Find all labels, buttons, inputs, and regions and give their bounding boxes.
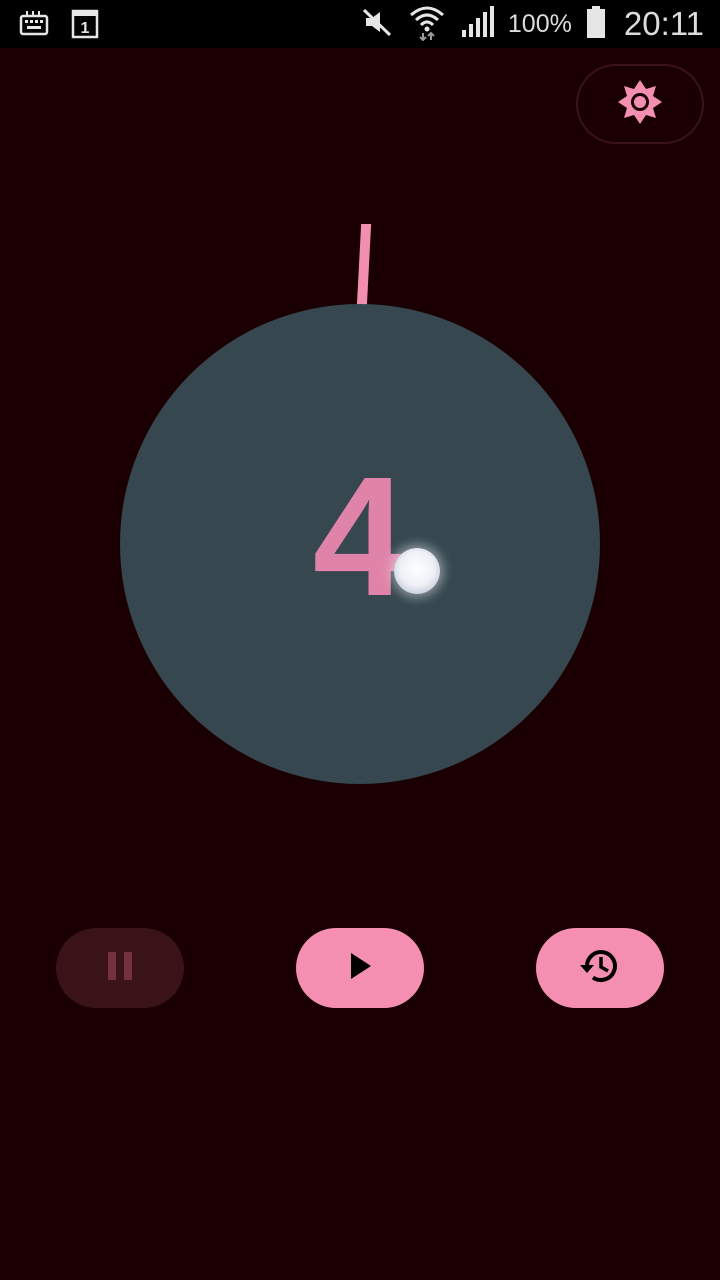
battery-percent: 100% xyxy=(507,9,572,38)
pause-icon xyxy=(106,950,134,986)
keyboard-icon xyxy=(18,8,50,44)
settings-button[interactable] xyxy=(576,64,704,144)
timer-needle xyxy=(356,224,372,306)
mute-icon xyxy=(360,5,394,43)
play-icon xyxy=(345,950,375,986)
clock: 20:11 xyxy=(623,5,704,42)
svg-text:1: 1 xyxy=(81,20,90,37)
restore-icon xyxy=(577,943,623,993)
status-bar: 1 100% 20:11 xyxy=(0,0,720,48)
touch-indicator xyxy=(394,548,440,594)
signal-icon xyxy=(460,5,494,43)
play-button[interactable] xyxy=(296,928,424,1008)
battery-icon xyxy=(586,5,606,43)
reset-button[interactable] xyxy=(536,928,664,1008)
countdown-number: 4 xyxy=(312,442,408,632)
pause-button[interactable] xyxy=(56,928,184,1008)
wifi-icon xyxy=(408,3,446,45)
brightness-icon xyxy=(616,78,664,130)
calendar-icon: 1 xyxy=(70,8,100,44)
